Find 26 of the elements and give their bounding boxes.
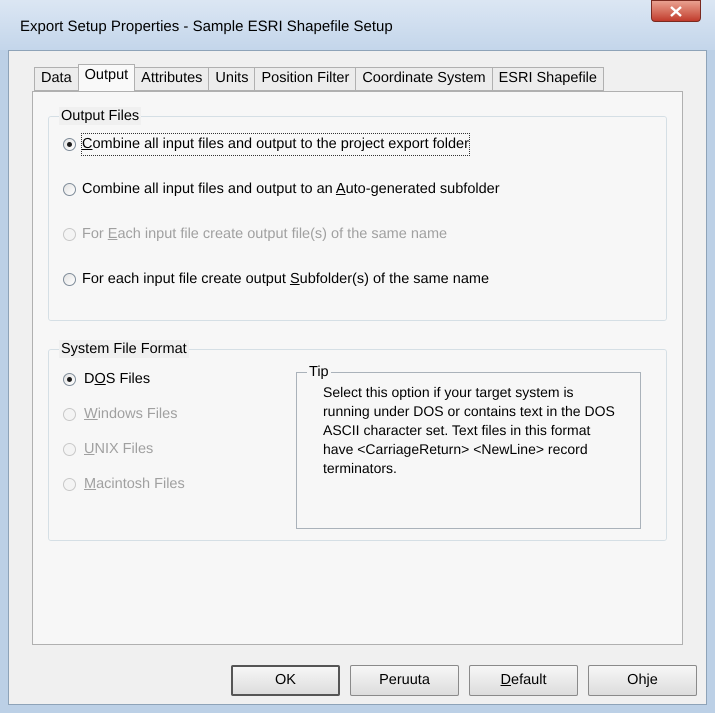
dialog-button[interactable]: Peruuta xyxy=(350,665,459,696)
radio-button[interactable] xyxy=(63,273,76,286)
radio-button[interactable] xyxy=(63,373,76,386)
tab[interactable]: Units xyxy=(208,67,256,91)
dialog-button[interactable]: OK xyxy=(231,665,340,696)
tab[interactable]: Attributes xyxy=(134,67,210,91)
tip-text: Select this option if your target system is running under DOS or contains text in the DOS ASCII character set. Text files in this format have <CarriageReturn> <NewLine> record terminators. xyxy=(323,383,615,478)
dialog-button[interactable]: Default xyxy=(469,665,578,696)
option-label[interactable]: Combine all input files and output to an Auto-generated subfolder xyxy=(82,178,500,200)
tab[interactable]: Output xyxy=(78,64,136,91)
window-title: Export Setup Properties - Sample ESRI Shapefile Setup xyxy=(20,17,393,37)
tab[interactable]: Coordinate System xyxy=(355,67,493,91)
group-title: System File Format xyxy=(59,340,189,358)
tip-title: Tip xyxy=(307,363,331,381)
option-label[interactable]: DOS Files xyxy=(84,368,150,390)
option-label[interactable]: For each input file create output Subfolder(s) of the same name xyxy=(82,268,490,290)
tab[interactable]: Position Filter xyxy=(254,67,356,91)
option-label[interactable]: Combine all input files and output to the project export folder xyxy=(82,134,469,156)
radio-button[interactable] xyxy=(63,183,76,196)
close-icon xyxy=(670,6,682,16)
group-title: Output Files xyxy=(59,107,142,125)
tab[interactable]: Data xyxy=(34,67,79,91)
radio-button[interactable] xyxy=(63,138,76,151)
dialog-button[interactable]: Ohje xyxy=(588,665,697,696)
close-button[interactable] xyxy=(651,0,701,22)
tab[interactable]: ESRI Shapefile xyxy=(492,67,604,91)
